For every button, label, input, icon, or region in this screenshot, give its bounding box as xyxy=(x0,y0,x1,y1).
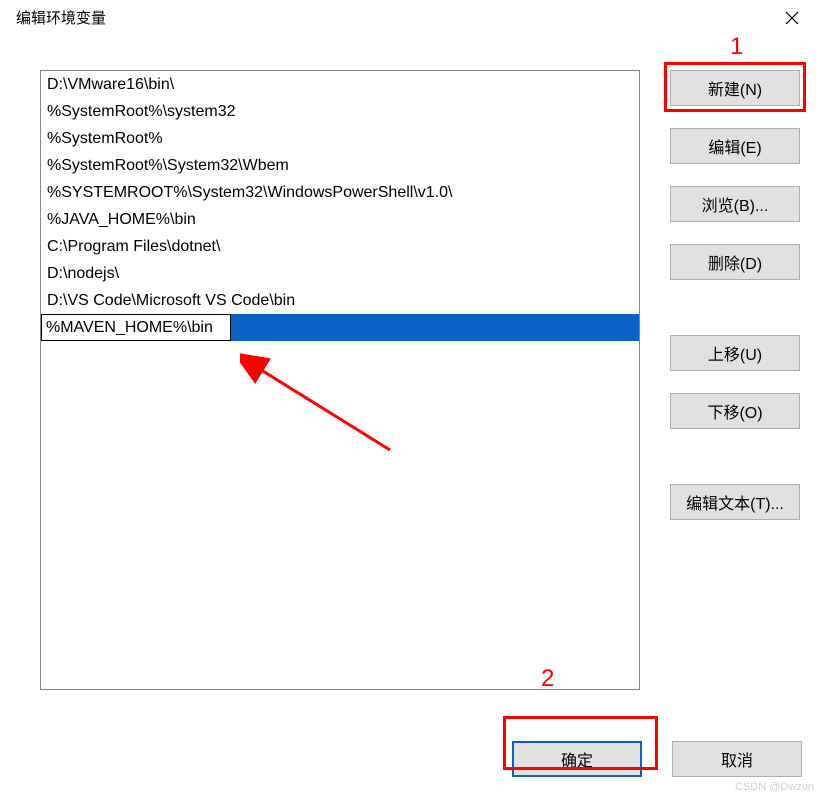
list-item[interactable]: D:\VS Code\Microsoft VS Code\bin xyxy=(41,287,639,314)
list-item[interactable]: %SystemRoot%\System32\Wbem xyxy=(41,152,639,179)
list-item[interactable]: C:\Program Files\dotnet\ xyxy=(41,233,639,260)
close-button[interactable] xyxy=(769,3,814,33)
list-item[interactable]: %SystemRoot% xyxy=(41,125,639,152)
edittext-button[interactable]: 编辑文本(T)... xyxy=(670,484,800,520)
dialog-body: D:\VMware16\bin\ %SystemRoot%\system32 %… xyxy=(0,35,822,710)
list-item[interactable]: %SYSTEMROOT%\System32\WindowsPowerShell\… xyxy=(41,179,639,206)
selection-highlight xyxy=(231,314,639,341)
movedown-button[interactable]: 下移(O) xyxy=(670,393,800,429)
list-item[interactable]: D:\VMware16\bin\ xyxy=(41,71,639,98)
close-icon xyxy=(785,11,799,25)
moveup-button[interactable]: 上移(U) xyxy=(670,335,800,371)
cancel-button[interactable]: 取消 xyxy=(672,741,802,777)
list-item[interactable]: %SystemRoot%\system32 xyxy=(41,98,639,125)
browse-button[interactable]: 浏览(B)... xyxy=(670,186,800,222)
path-listbox[interactable]: D:\VMware16\bin\ %SystemRoot%\system32 %… xyxy=(40,70,640,690)
titlebar: 编辑环境变量 xyxy=(0,0,822,35)
window-title: 编辑环境变量 xyxy=(16,7,769,28)
delete-button[interactable]: 删除(D) xyxy=(670,244,800,280)
bottom-button-row: 确定 取消 xyxy=(512,741,802,777)
edit-input[interactable] xyxy=(41,314,231,341)
button-column: 新建(N) 编辑(E) 浏览(B)... 删除(D) 上移(U) 下移(O) 编… xyxy=(670,70,800,690)
edit-button[interactable]: 编辑(E) xyxy=(670,128,800,164)
list-item-editing[interactable] xyxy=(41,314,639,341)
new-button[interactable]: 新建(N) xyxy=(670,70,800,106)
list-item[interactable]: %JAVA_HOME%\bin xyxy=(41,206,639,233)
list-item[interactable]: D:\nodejs\ xyxy=(41,260,639,287)
watermark: CSDN @Dwzun xyxy=(735,781,814,793)
ok-button[interactable]: 确定 xyxy=(512,741,642,777)
